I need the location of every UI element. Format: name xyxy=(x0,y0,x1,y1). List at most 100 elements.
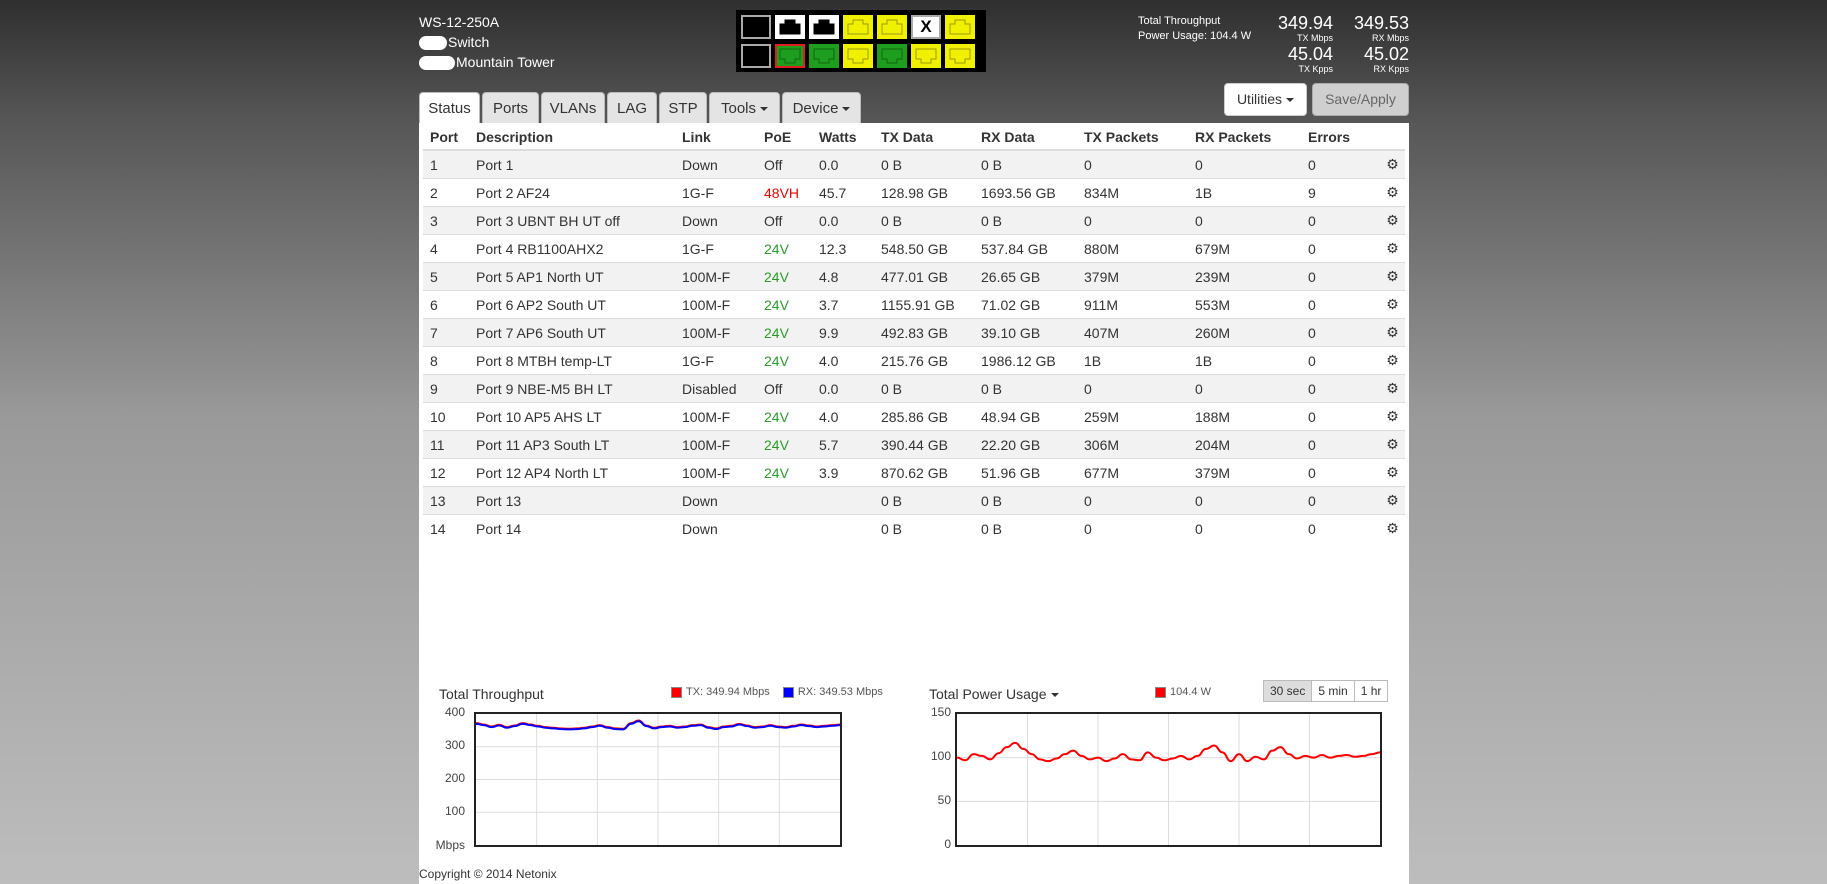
rx-data: 26.65 GB xyxy=(974,262,1077,291)
rx-packets: 553M xyxy=(1188,290,1301,319)
y-tick-label: 150 xyxy=(930,705,951,719)
tx-kpps-value: 45.04 xyxy=(1287,44,1333,64)
watts: 9.9 xyxy=(812,318,874,347)
tx-packets: 0 xyxy=(1077,514,1188,542)
port-top-7-indicator[interactable] xyxy=(945,15,975,39)
table-row: 5 Port 5 AP1 North UT 100M-F 24V 4.8 477.01 G… xyxy=(423,262,1405,291)
table-row: 2 Port 2 AF24 1G-F 48VH 45.7 128.98 GB 1693.56… xyxy=(423,178,1405,207)
caret-down-icon xyxy=(1286,98,1295,103)
port-settings-gear-icon[interactable]: ⚙ xyxy=(1373,486,1405,515)
link-status: Down xyxy=(675,206,757,235)
tx-kpps-unit: TX Kpps xyxy=(1298,64,1333,74)
port-settings-gear-icon[interactable]: ⚙ xyxy=(1373,402,1405,431)
link-status: Down xyxy=(675,149,757,179)
status-panel: Port Description Link PoE Watts TX Data … xyxy=(419,123,1409,884)
rx-packets: 1B xyxy=(1188,346,1301,375)
port-bottom-4-indicator[interactable] xyxy=(843,44,873,68)
rx-packets: 0 xyxy=(1188,486,1301,515)
port-bottom-1-indicator[interactable] xyxy=(741,44,771,68)
errors: 0 xyxy=(1301,290,1373,319)
port-top-5-indicator[interactable] xyxy=(877,15,907,39)
port-settings-gear-icon[interactable]: ⚙ xyxy=(1373,458,1405,487)
range-1hr-button[interactable]: 1 hr xyxy=(1353,680,1389,702)
device-location: Mountain Tower xyxy=(456,54,555,70)
tx-packets: 911M xyxy=(1077,290,1188,319)
link-status: Disabled xyxy=(675,374,757,403)
errors: 0 xyxy=(1301,430,1373,459)
port-number: 2 xyxy=(423,178,469,207)
port-description: Port 10 AP5 AHS LT xyxy=(469,402,675,431)
errors: 0 xyxy=(1301,458,1373,487)
tab-label: VLANs xyxy=(549,100,597,117)
port-description: Port 13 xyxy=(469,486,675,515)
link-status: 100M-F xyxy=(675,402,757,431)
port-bottom-7-indicator[interactable] xyxy=(945,44,975,68)
port-description: Port 4 RB1100AHX2 xyxy=(469,234,675,263)
tab-vlans[interactable]: VLANs xyxy=(541,92,605,123)
tab-lag[interactable]: LAG xyxy=(607,92,657,123)
port-settings-gear-icon[interactable]: ⚙ xyxy=(1373,374,1405,403)
tab-ports[interactable]: Ports xyxy=(482,92,539,123)
port-top-4-indicator[interactable] xyxy=(843,15,873,39)
port-settings-gear-icon[interactable]: ⚙ xyxy=(1373,206,1405,235)
watts: 0.0 xyxy=(812,206,874,235)
watts: 4.0 xyxy=(812,346,874,375)
port-settings-gear-icon[interactable]: ⚙ xyxy=(1373,318,1405,347)
port-settings-gear-icon[interactable]: ⚙ xyxy=(1373,234,1405,263)
port-top-3-indicator[interactable] xyxy=(809,15,839,39)
poe-status: Off xyxy=(757,374,812,403)
column-header: Errors xyxy=(1301,124,1373,151)
tab-status[interactable]: Status xyxy=(419,92,480,124)
tx-data: 128.98 GB xyxy=(874,178,974,207)
disabled-x-icon: X xyxy=(920,17,932,36)
port-settings-gear-icon[interactable]: ⚙ xyxy=(1373,514,1405,542)
column-header-actions xyxy=(1373,124,1405,151)
port-settings-gear-icon[interactable]: ⚙ xyxy=(1373,178,1405,207)
port-settings-gear-icon[interactable]: ⚙ xyxy=(1373,290,1405,319)
watts: 5.7 xyxy=(812,430,874,459)
port-description: Port 14 xyxy=(469,514,675,542)
port-description: Port 6 AP2 South UT xyxy=(469,290,675,319)
port-top-6-indicator[interactable]: X xyxy=(911,15,941,39)
column-header: Port xyxy=(423,124,469,151)
port-bottom-2-indicator[interactable] xyxy=(775,44,805,68)
tx-kpps-stat: 45.04 TX Kpps xyxy=(1267,44,1333,75)
errors: 0 xyxy=(1301,234,1373,263)
port-settings-gear-icon[interactable]: ⚙ xyxy=(1373,149,1405,179)
port-settings-gear-icon[interactable]: ⚙ xyxy=(1373,430,1405,459)
tx-data: 870.62 GB xyxy=(874,458,974,487)
port-settings-gear-icon[interactable]: ⚙ xyxy=(1373,262,1405,291)
port-bottom-6-indicator[interactable] xyxy=(911,44,941,68)
port-number: 4 xyxy=(423,234,469,263)
range-5min-button[interactable]: 5 min xyxy=(1311,680,1355,702)
y-tick-label: 200 xyxy=(444,771,465,785)
column-header: RX Packets xyxy=(1188,124,1301,151)
device-name-row: Switch xyxy=(419,32,555,52)
range-30sec-button[interactable]: 30 sec xyxy=(1263,680,1313,702)
poe-status: Off xyxy=(757,149,812,179)
tab-device[interactable]: Device xyxy=(782,92,861,123)
port-bottom-5-indicator[interactable] xyxy=(877,44,907,68)
table-row: 14 Port 14 Down 0 B0 B 0 0 0 ⚙ xyxy=(423,514,1405,542)
tx-packets: 0 xyxy=(1077,374,1188,403)
port-number: 12 xyxy=(423,458,469,487)
poe-status: 24V xyxy=(757,262,812,291)
port-bottom-3-indicator[interactable] xyxy=(809,44,839,68)
port-settings-gear-icon[interactable]: ⚙ xyxy=(1373,346,1405,375)
poe-status: 48VH xyxy=(757,178,812,207)
power-chart-title[interactable]: Total Power Usage xyxy=(929,686,1059,702)
tab-label: Tools xyxy=(720,100,757,117)
table-row: 11 Port 11 AP3 South LT 100M-F 24V 5.7 390.44… xyxy=(423,430,1405,459)
tx-data: 0 B xyxy=(874,486,974,515)
tx-data: 0 B xyxy=(874,149,974,179)
save-apply-button[interactable]: Save/Apply xyxy=(1312,83,1409,116)
y-tick-label: 0 xyxy=(944,837,951,851)
port-top-1-indicator[interactable] xyxy=(741,15,771,39)
tab-stp[interactable]: STP xyxy=(659,92,707,123)
utilities-button[interactable]: Utilities xyxy=(1224,83,1307,116)
tab-tools[interactable]: Tools xyxy=(709,92,780,123)
throughput-legend: TX: 349.94 Mbps RX: 349.53 Mbps xyxy=(671,686,883,698)
tx-packets: 677M xyxy=(1077,458,1188,487)
watts: 45.7 xyxy=(812,178,874,207)
port-top-2-indicator[interactable] xyxy=(775,15,805,39)
